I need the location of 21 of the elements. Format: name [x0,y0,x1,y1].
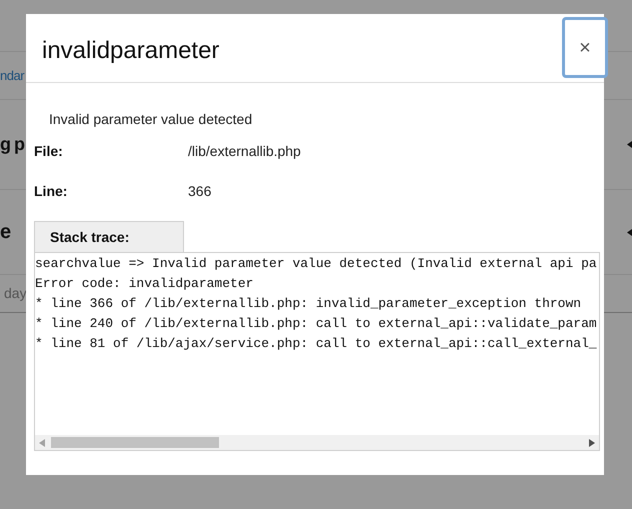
trace-line: searchvalue => Invalid parameter value detected (Invalid external api pa [35,255,598,273]
trace-line: * line 366 of /lib/externallib.php: invalid_parameter_exception thrown [35,295,582,313]
dialog-title: invalidparameter [42,36,220,66]
section-heading: g p [0,133,24,156]
scrollbar-thumb[interactable] [51,437,219,448]
stack-trace-tab[interactable]: Stack trace: [34,221,184,252]
horizontal-scrollbar[interactable] [35,435,599,450]
trace-line: Error code: invalidparameter [35,275,254,293]
muted-text: day [4,284,27,303]
field-label: File: [34,142,64,160]
field-value: 366 [188,182,212,200]
trace-line: * line 240 of /lib/externallib.php: call to external_api::validate_param [35,315,598,333]
caret-icon[interactable] [627,141,632,148]
trace-line: * line 81 of /lib/ajax/service.php: call to external_api::call_external_ [35,335,598,353]
field-label: Line: [34,182,68,200]
error-message: Invalid parameter value detected [49,110,254,129]
caret-icon[interactable] [627,228,632,236]
close-button[interactable]: × [562,17,608,78]
field-value: /lib/externallib.php [188,142,301,161]
scroll-right-icon[interactable] [589,438,595,446]
section-heading: e [0,220,12,245]
